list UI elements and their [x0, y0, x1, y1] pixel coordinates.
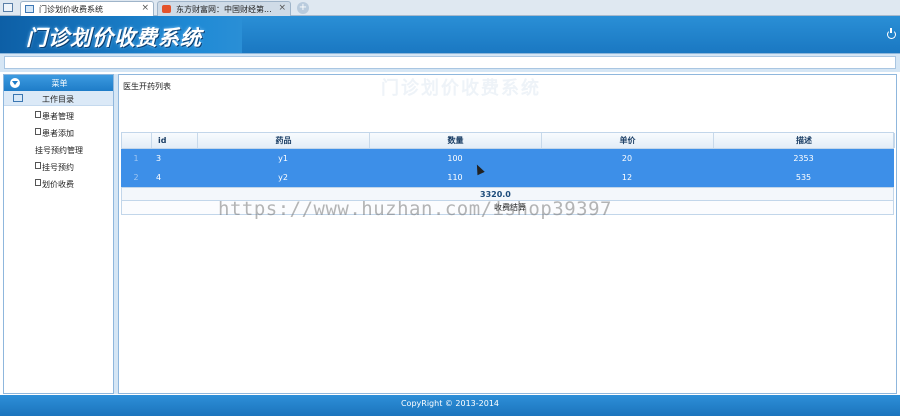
cell-drug: y2 [278, 173, 288, 182]
sidebar-item-billing[interactable]: 划价收费 [4, 174, 113, 191]
sidebar-title: 菜单 [51, 79, 68, 88]
app-logo: 门诊划价收费系统 [26, 26, 202, 50]
sidebar-item-label: 患者管理 [42, 112, 74, 121]
row-index: 2 [133, 173, 139, 182]
cell-price: 12 [621, 173, 633, 182]
main-panel: 医生开药列表 门诊划价收费系统 id 药品 数量 单价 描述 1 3 y1 10… [118, 74, 897, 394]
browser-tab-active[interactable]: 门诊划价收费系统 × [20, 1, 154, 16]
sidebar-item-appointment-management[interactable]: 挂号预约管理 [4, 140, 113, 157]
column-header-description[interactable]: 描述 [714, 133, 895, 148]
table-row[interactable]: 1 3 y1 100 20 2353 [121, 149, 894, 168]
cell-description: 535 [795, 173, 812, 182]
toolbar-panel [4, 56, 896, 69]
cell-price: 20 [621, 154, 633, 163]
sidebar: 菜单 工作目录 患者管理 患者添加 挂号预约管理 挂号预约 划价收费 [3, 74, 114, 394]
browser-tab-bar: 门诊划价收费系统 × 东方财富网：中国财经第... × + [0, 0, 900, 16]
sidebar-folder-label: 工作目录 [42, 95, 74, 104]
document-icon [35, 111, 41, 118]
sidebar-item-label: 挂号预约管理 [35, 146, 83, 155]
sidebar-item-appointment[interactable]: 挂号预约 [4, 157, 113, 174]
cell-quantity[interactable]: 100 [369, 149, 541, 168]
page-title: 医生开药列表 [123, 82, 171, 91]
faint-title-watermark: 门诊划价收费系统 [381, 78, 541, 99]
document-icon [35, 128, 41, 135]
app-header: 门诊划价收费系统 [0, 16, 900, 53]
page-icon[interactable] [3, 3, 13, 12]
table-row[interactable]: 2 4 y2 110 12 535 [121, 168, 894, 187]
toolbar-strip [0, 53, 900, 72]
tab-title: 东方财富网：中国财经第... [176, 5, 272, 14]
sidebar-folder[interactable]: 工作目录 [4, 91, 113, 106]
page-favicon-icon [25, 5, 34, 13]
app-footer: CopyRight © 2013-2014 [0, 395, 900, 416]
sidebar-item-label: 挂号预约 [42, 163, 74, 172]
column-header-price[interactable]: 单价 [542, 133, 714, 148]
column-header-drug[interactable]: 药品 [198, 133, 370, 148]
cell-description: 2353 [793, 154, 814, 163]
browser-tab-inactive[interactable]: 东方财富网：中国财经第... × [157, 1, 291, 16]
document-icon [35, 162, 41, 169]
row-index: 1 [133, 154, 139, 163]
power-icon[interactable] [887, 28, 896, 39]
tab-close-icon[interactable]: × [141, 3, 149, 13]
cell-quantity[interactable]: 110 [369, 168, 541, 187]
sidebar-item-patient-add[interactable]: 患者添加 [4, 123, 113, 140]
cell-id: 3 [156, 154, 162, 163]
column-header-id[interactable]: id [152, 133, 198, 148]
copyright-text: CopyRight © 2013-2014 [400, 399, 500, 408]
cell-drug: y1 [278, 154, 288, 163]
logo-banner: 门诊划价收费系统 [0, 16, 242, 53]
column-header-index [122, 133, 152, 148]
sidebar-item-patient-management[interactable]: 患者管理 [4, 106, 113, 123]
cell-id: 4 [156, 173, 162, 182]
sidebar-item-label: 划价收费 [42, 180, 74, 189]
grid-header: id 药品 数量 单价 描述 [121, 132, 895, 149]
folder-icon [13, 94, 23, 102]
column-header-quantity[interactable]: 数量 [370, 133, 542, 148]
site-favicon-icon [162, 5, 171, 13]
sidebar-header[interactable]: 菜单 [4, 75, 113, 91]
new-tab-icon[interactable]: + [297, 2, 309, 14]
tab-close-icon[interactable]: × [278, 3, 286, 13]
sidebar-item-label: 患者添加 [42, 129, 74, 138]
tab-title: 门诊划价收费系统 [39, 5, 103, 14]
url-watermark: https://www.huzhan.com/ishop39397 [218, 198, 612, 220]
document-icon [35, 179, 41, 186]
